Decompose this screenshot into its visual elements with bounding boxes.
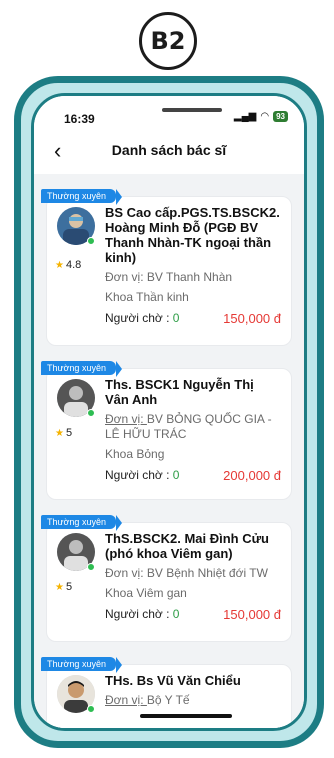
doctor-info: THs. Bs Vũ Văn Chiểu Đơn vị: Bộ Y Tế [105, 673, 281, 708]
doctor-name: Ths. BSCK1 Nguyễn Thị Vân Anh [105, 377, 254, 407]
waiting-count: 0 [172, 607, 180, 621]
rating: ★ 4.8 [55, 259, 81, 271]
page-title: Danh sách bác sĩ [111, 142, 227, 158]
doctor-card[interactable]: Thường xuyên ★ 4.8 BS Cao cấp.PGS.TS.BSCK… [41, 189, 292, 346]
doctor-info: BS Cao cấp.PGS.TS.BSCK2. Hoàng Minh Đỗ (… [105, 205, 281, 326]
online-status-icon [87, 705, 95, 713]
doctor-name: THs. Bs Vũ Văn Chiểu [105, 673, 241, 688]
rating-value: 5 [65, 427, 73, 439]
step-badge: B2 [139, 12, 197, 70]
waiting-label: Người chờ : [105, 311, 173, 325]
waiting-label: Người chờ : [105, 468, 173, 482]
signal-icon: ▂▄▆ [233, 111, 257, 122]
frequency-tag: Thường xuyên [41, 657, 122, 673]
online-status-icon [87, 237, 95, 245]
price: 200,000 đ [223, 468, 281, 483]
rating: ★ 5 [55, 581, 72, 593]
waiting-count: 0 [172, 468, 180, 482]
doctor-unit: Đơn vị: BV BỎNG QUỐC GIA - LÊ HỮU TRÁC [105, 412, 281, 442]
star-icon: ★ [55, 260, 64, 271]
waiting-price-row: Người chờ : 0 150,000 đ [105, 607, 281, 622]
star-icon: ★ [55, 428, 64, 439]
home-indicator[interactable] [140, 714, 232, 718]
doctor-name: BS Cao cấp.PGS.TS.BSCK2. Hoàng Minh Đỗ (… [105, 205, 280, 265]
online-status-icon [87, 409, 95, 417]
doctor-info: ThS.BSCK2. Mai Đình Cửu (phó khoa Viêm g… [105, 531, 281, 622]
waiting-label: Người chờ : [105, 607, 173, 621]
doctor-department: Khoa Viêm gan [105, 586, 187, 600]
waiting-count: 0 [172, 311, 180, 325]
doctor-unit: Đơn vị: BV Thanh Nhàn [105, 270, 233, 284]
frequency-tag: Thường xuyên [41, 515, 122, 531]
nav-bar: ‹ Danh sách bác sĩ [34, 134, 304, 174]
doctor-unit: Đơn vị: BV Bệnh Nhiệt đới TW [105, 566, 268, 580]
frequency-tag: Thường xuyên [41, 189, 122, 205]
dynamic-island [162, 108, 222, 112]
status-icons: ▂▄▆ ◠ 93 [234, 111, 288, 122]
doctor-card[interactable]: Thường xuyên ★ 5 Ths. BSCK1 Nguyễn Thị Vâ… [41, 361, 292, 500]
frequency-tag: Thường xuyên [41, 361, 122, 377]
waiting-price-row: Người chờ : 0 200,000 đ [105, 468, 281, 483]
unit-value: Bộ Y Tế [146, 693, 190, 707]
doctor-name: ThS.BSCK2. Mai Đình Cửu (phó khoa Viêm g… [105, 531, 269, 561]
price: 150,000 đ [223, 311, 281, 326]
price: 150,000 đ [223, 607, 281, 622]
doctor-department: Khoa Bỏng [105, 447, 165, 461]
unit-prefix: Đơn vị: [105, 693, 147, 707]
doctor-info: Ths. BSCK1 Nguyễn Thị Vân Anh Đơn vị: BV… [105, 377, 281, 483]
doctor-department: Khoa Thần kinh [105, 290, 189, 304]
unit-prefix: Đơn vị: [105, 412, 147, 426]
wifi-icon: ◠ [260, 111, 270, 122]
rating: ★ 5 [55, 427, 72, 439]
online-status-icon [87, 563, 95, 571]
doctor-card[interactable]: Thường xuyên ★ 5 ThS.BSCK2. Mai Đình Cửu … [41, 515, 292, 642]
doctor-card[interactable]: Thường xuyên THs. Bs Vũ Văn Chiểu Đơn vị… [41, 657, 292, 728]
star-icon: ★ [55, 582, 64, 593]
doctor-list[interactable]: Thường xuyên ★ 4.8 BS Cao cấp.PGS.TS.BSCK… [34, 174, 304, 728]
waiting-price-row: Người chờ : 0 150,000 đ [105, 311, 281, 326]
doctor-unit: Đơn vị: Bộ Y Tế [105, 693, 281, 708]
phone-screen: 16:39 ▂▄▆ ◠ 93 ‹ Danh sách bác sĩ Thường… [31, 93, 307, 731]
status-time: 16:39 [64, 112, 95, 126]
phone-frame: 16:39 ▂▄▆ ◠ 93 ‹ Danh sách bác sĩ Thường… [14, 76, 324, 748]
rating-value: 5 [65, 581, 73, 593]
battery-icon: 93 [273, 111, 288, 122]
status-bar: 16:39 ▂▄▆ ◠ 93 [34, 96, 304, 134]
rating-value: 4.8 [65, 259, 82, 271]
